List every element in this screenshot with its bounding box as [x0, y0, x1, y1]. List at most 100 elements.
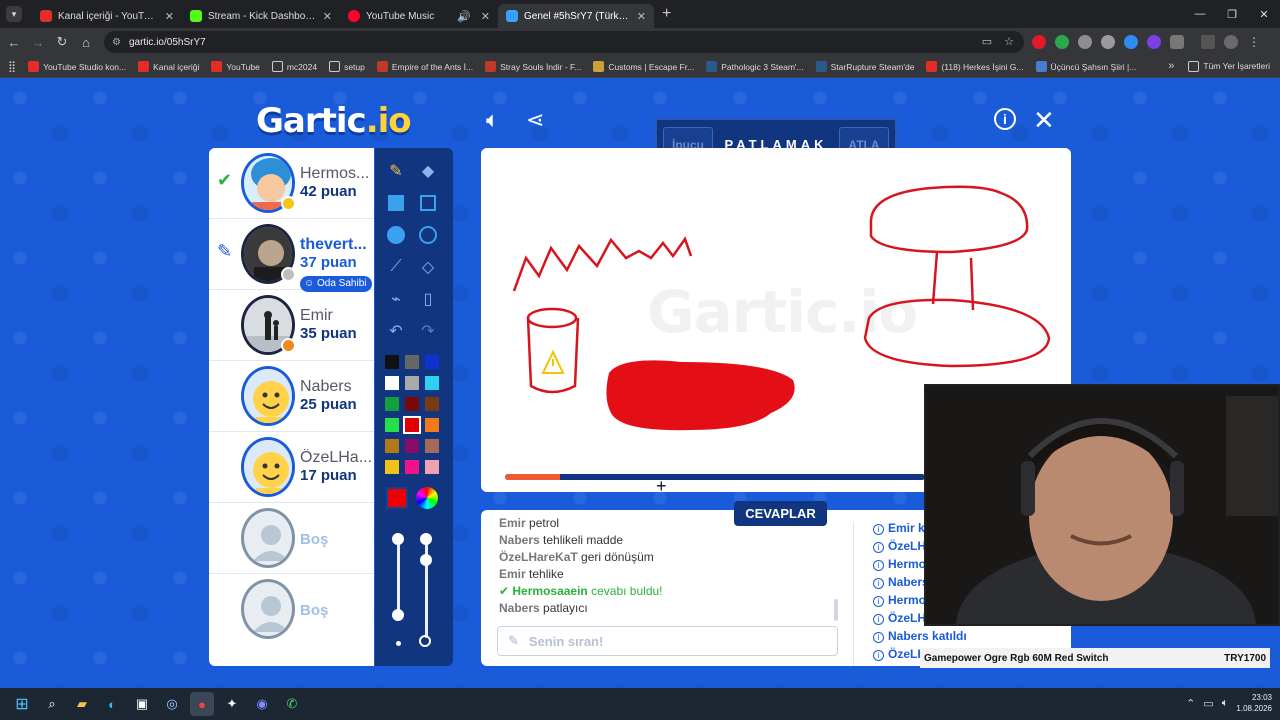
sound-icon[interactable]: 🔈︎ — [486, 107, 499, 133]
color-swatch[interactable] — [405, 376, 419, 390]
network-icon[interactable]: ▭ — [1203, 697, 1213, 710]
player-row[interactable]: Nabers 25 puan — [209, 361, 374, 432]
app-icon[interactable]: ✦ — [220, 692, 244, 716]
bookmark-item[interactable]: StarRupture Steam'de — [815, 61, 914, 72]
rect-tool-icon[interactable] — [415, 190, 441, 216]
color-swatch[interactable] — [425, 355, 439, 369]
edge-icon[interactable]: ◐ — [100, 692, 124, 716]
bookmark-item[interactable]: Üçüncü Şahsın Şiiri |... — [1035, 61, 1136, 72]
player-row[interactable]: ✔ Hermos... 42 puan — [209, 148, 374, 219]
slider-knob[interactable] — [420, 554, 432, 566]
reading-list-icon[interactable] — [1201, 35, 1215, 49]
color-swatch[interactable] — [425, 439, 439, 453]
back-icon[interactable]: ← — [2, 35, 26, 50]
more-bookmarks-icon[interactable]: » — [1168, 60, 1174, 72]
close-tab-icon[interactable]: ✕ — [481, 10, 490, 23]
close-tab-icon[interactable]: ✕ — [165, 10, 174, 23]
size-slider[interactable] — [397, 538, 400, 618]
player-row[interactable]: ✎ thevert... 37 puan ☺ Oda Sahibi — [209, 219, 374, 292]
extension-icon[interactable] — [1101, 35, 1115, 49]
apps-grid-icon[interactable]: ⣿ — [8, 60, 16, 73]
speaker-icon[interactable]: 🔊 — [457, 10, 471, 23]
profile-avatar[interactable] — [1224, 35, 1238, 49]
color-swatch[interactable] — [385, 460, 399, 474]
player-row[interactable]: Emir 35 puan — [209, 290, 374, 361]
home-icon[interactable]: ⌂ — [74, 35, 98, 50]
pencil-tool-icon[interactable]: ✎ — [383, 158, 409, 184]
answer-input[interactable]: ✎ Senin sıran! — [497, 626, 838, 656]
bookmark-item[interactable]: YouTube Studio kon... — [28, 61, 126, 72]
bookmark-item[interactable]: Empire of the Ants İ... — [376, 61, 473, 72]
color-swatch[interactable] — [385, 376, 399, 390]
tray-chevron-icon[interactable]: ⌃ — [1186, 697, 1195, 710]
discord-icon[interactable]: ◉ — [250, 692, 274, 716]
steam-icon[interactable]: ◎ — [160, 692, 184, 716]
bookmark-folder[interactable]: mc2024 — [271, 61, 317, 72]
color-swatch[interactable] — [405, 355, 419, 369]
share-icon[interactable]: ⋖ — [526, 107, 544, 133]
current-color[interactable] — [386, 487, 408, 509]
extension-icon[interactable] — [1124, 35, 1138, 49]
player-row[interactable]: ÖzeLHa... 17 puan — [209, 432, 374, 503]
answers-tab[interactable]: CEVAPLAR — [734, 501, 827, 526]
chat-scrollbar[interactable] — [834, 599, 838, 621]
chrome-icon[interactable]: ● — [190, 692, 214, 716]
page-tool-icon[interactable]: ▯ — [415, 286, 441, 312]
minimize-icon[interactable]: — — [1184, 0, 1216, 28]
close-tab-icon[interactable]: ✕ — [637, 10, 646, 23]
color-swatch[interactable] — [385, 397, 399, 411]
puzzle-icon[interactable] — [1170, 35, 1184, 49]
eraser-tool-icon[interactable]: ◆ — [415, 158, 441, 184]
eyedropper-tool-icon[interactable]: ⌁ — [383, 286, 409, 312]
clock[interactable]: 23:03 1.08.2026 — [1236, 692, 1272, 714]
bookmark-folder[interactable]: setup — [329, 61, 365, 72]
file-explorer-icon[interactable]: ▰ — [70, 692, 94, 716]
tab-gartic[interactable]: Genel #5hSrY7 (Türkçe) - Gartic ✕ — [498, 4, 654, 28]
color-swatch[interactable] — [405, 460, 419, 474]
color-swatch[interactable] — [405, 397, 419, 411]
forward-icon[interactable]: → — [26, 35, 50, 50]
color-swatch[interactable] — [385, 418, 399, 432]
color-swatch[interactable] — [425, 460, 439, 474]
bookmark-item[interactable]: Customs | Escape Fr... — [593, 61, 694, 72]
color-swatch[interactable] — [385, 439, 399, 453]
new-tab-button[interactable]: + — [662, 5, 671, 23]
color-swatch[interactable] — [425, 418, 439, 432]
color-swatch[interactable] — [403, 416, 421, 434]
bookmark-item[interactable]: Pathologic 3 Steam'... — [706, 61, 804, 72]
redo-tool-icon[interactable]: ↷ — [415, 318, 441, 344]
menu-icon[interactable]: ⋮ — [1247, 35, 1261, 49]
extension-icon[interactable] — [1147, 35, 1161, 49]
site-info-icon[interactable]: ⚙ — [112, 37, 121, 48]
search-icon[interactable]: ⌕ — [40, 692, 64, 716]
address-bar[interactable]: ⚙ gartic.io/05hSrY7 ▭ ☆ — [104, 31, 1024, 53]
speaker-icon[interactable]: 🔈︎ — [1222, 697, 1229, 710]
close-window-icon[interactable]: ✕ — [1248, 0, 1280, 28]
store-icon[interactable]: ▣ — [130, 692, 154, 716]
bookmark-item[interactable]: Stray Souls İndir - F... — [485, 61, 581, 72]
windows-start-icon[interactable]: ⊞ — [10, 692, 34, 716]
close-tab-icon[interactable]: ✕ — [323, 10, 332, 23]
bookmark-item[interactable]: YouTube — [211, 61, 260, 72]
all-bookmarks[interactable]: Tüm Yer İşaretleri — [1188, 60, 1270, 72]
color-swatch[interactable] — [425, 397, 439, 411]
undo-tool-icon[interactable]: ↶ — [383, 318, 409, 344]
bookmark-item[interactable]: Kanal içeriği — [138, 61, 199, 72]
close-icon[interactable]: ✕ — [1033, 105, 1055, 136]
bookmark-item[interactable]: (118) Herkes İşini G... — [926, 61, 1024, 72]
color-swatch[interactable] — [405, 439, 419, 453]
tab-youtube-music[interactable]: YouTube Music 🔊 ✕ — [340, 4, 498, 28]
filled-rect-tool-icon[interactable] — [383, 190, 409, 216]
color-swatch[interactable] — [425, 376, 439, 390]
bookmark-star-icon[interactable]: ☆ — [1004, 35, 1014, 48]
reload-icon[interactable]: ↻ — [50, 34, 74, 50]
extension-icon[interactable] — [1078, 35, 1092, 49]
tab-search-button[interactable]: ▾ — [6, 6, 22, 22]
color-wheel-icon[interactable] — [416, 487, 438, 509]
line-tool-icon[interactable]: ⟋ — [383, 254, 409, 280]
info-icon[interactable]: i — [994, 108, 1016, 130]
slider-knob[interactable] — [420, 533, 432, 545]
filled-circle-tool-icon[interactable] — [383, 222, 409, 248]
extension-icon[interactable] — [1032, 35, 1046, 49]
restore-icon[interactable]: ❐ — [1216, 0, 1248, 28]
